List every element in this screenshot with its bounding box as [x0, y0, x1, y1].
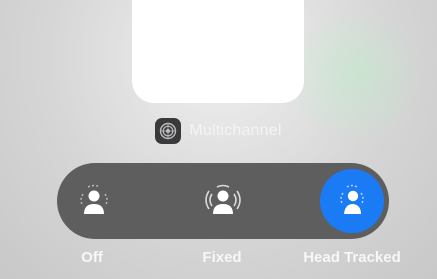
- spatial-audio-mode-selector: [57, 163, 389, 239]
- spatial-audio-head-tracked-label[interactable]: Head Tracked: [282, 249, 422, 266]
- person-waves-icon: [80, 184, 108, 214]
- speaker-grille-icon: [155, 118, 182, 144]
- spatial-audio-head-tracked-button[interactable]: [320, 169, 384, 233]
- spatial-audio-fixed-label[interactable]: Fixed: [152, 249, 292, 266]
- now-playing-artwork: [132, 0, 304, 103]
- audio-format-indicator: Multichannel: [0, 118, 437, 144]
- spatial-audio-off-label[interactable]: Off: [22, 249, 162, 266]
- audio-format-label: Multichannel: [189, 122, 282, 139]
- person-waves-icon: [340, 184, 364, 214]
- spatial-audio-off-button[interactable]: [62, 169, 126, 233]
- person-waves-icon: [205, 184, 241, 214]
- spatial-audio-fixed-button[interactable]: [191, 169, 255, 233]
